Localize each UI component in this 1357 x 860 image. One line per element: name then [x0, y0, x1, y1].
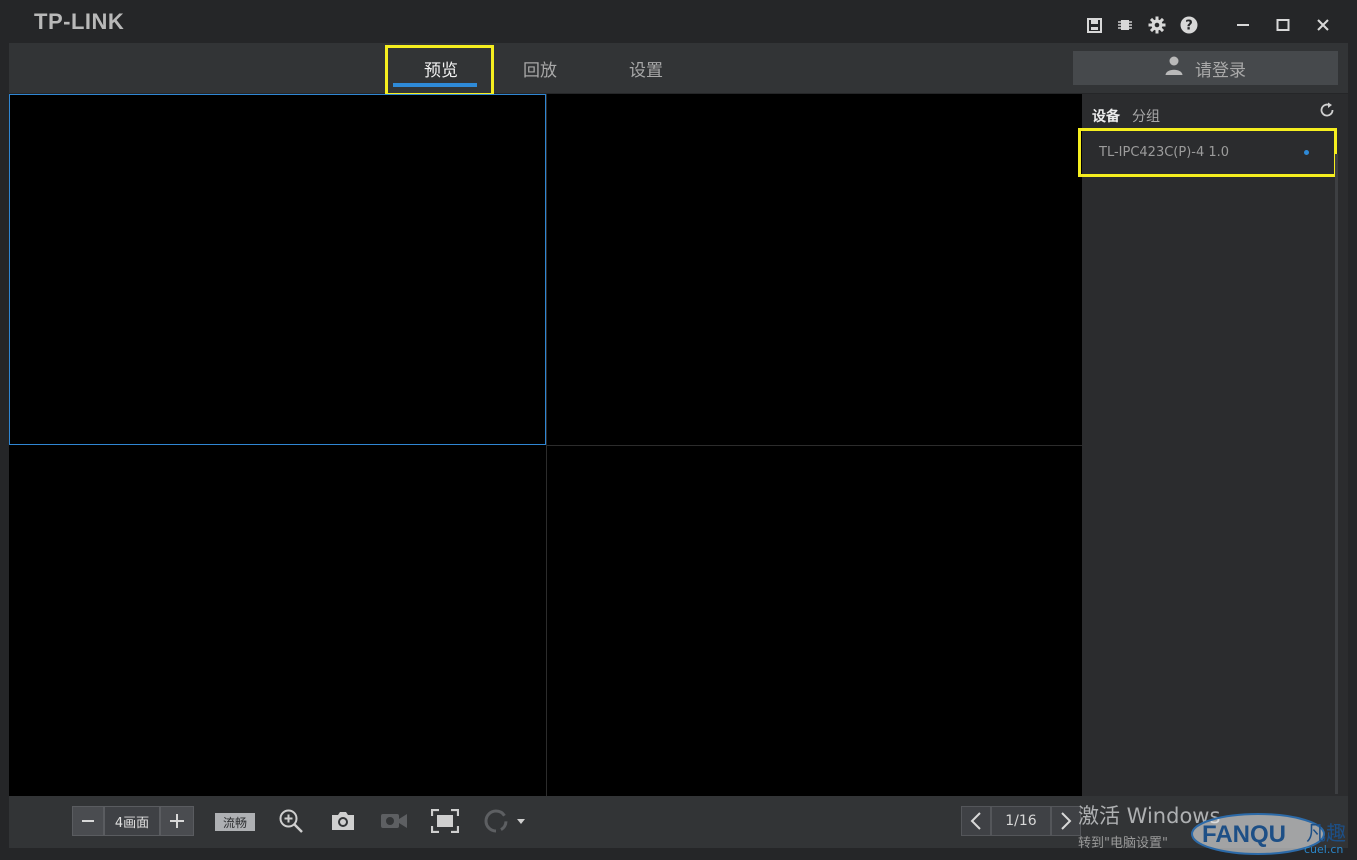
- split-decrease-button[interactable]: [72, 806, 104, 836]
- grid-divider-horizontal: [547, 445, 1082, 446]
- stream-quality-button[interactable]: 流畅: [215, 813, 255, 831]
- split-mode-label[interactable]: 4画面: [104, 806, 160, 836]
- page-indicator: 1/16: [991, 806, 1051, 836]
- video-grid: [9, 94, 1082, 796]
- page-prev-button[interactable]: [961, 806, 991, 836]
- snapshot-camera-icon[interactable]: [329, 806, 357, 836]
- video-cell-4[interactable]: [547, 446, 1082, 796]
- cpu-icon[interactable]: [1114, 14, 1136, 36]
- tab-settings[interactable]: 设置: [595, 43, 697, 93]
- close-icon[interactable]: [1312, 14, 1334, 36]
- panel-tab-device[interactable]: 设备: [1092, 106, 1120, 126]
- device-status-dot: [1304, 150, 1309, 155]
- zoom-in-icon[interactable]: [277, 806, 305, 836]
- fullscreen-icon[interactable]: [430, 806, 460, 836]
- nav-bar: 预览 回放 设置 请登录: [9, 43, 1348, 96]
- save-icon[interactable]: [1083, 14, 1105, 36]
- page-next-button[interactable]: [1051, 806, 1081, 836]
- video-cell-3[interactable]: [9, 446, 546, 796]
- help-icon[interactable]: ?: [1178, 14, 1200, 36]
- panel-scrollbar[interactable]: [1335, 154, 1338, 794]
- record-video-icon[interactable]: [379, 806, 409, 836]
- fanqu-brand: FANQU: [1202, 821, 1286, 848]
- split-increase-button[interactable]: [160, 806, 194, 836]
- user-icon: [1165, 56, 1183, 80]
- tab-playback[interactable]: 回放: [489, 43, 591, 93]
- title-bar: TP-LINK ?: [0, 0, 1357, 42]
- panel-tab-group[interactable]: 分组: [1132, 106, 1160, 126]
- login-button[interactable]: 请登录: [1073, 51, 1338, 85]
- fanqu-watermark-logo: FANQU 凡趣 cuel.cn: [1188, 808, 1357, 856]
- device-panel: 设备 分组 TL-IPC423C(P)-4 1.0: [1078, 94, 1348, 796]
- device-list-item[interactable]: TL-IPC423C(P)-4 1.0: [1084, 134, 1334, 170]
- rotate-icon[interactable]: [481, 806, 527, 836]
- device-name: TL-IPC423C(P)-4 1.0: [1099, 144, 1230, 160]
- app-logo: TP-LINK: [34, 9, 125, 34]
- maximize-icon[interactable]: [1272, 14, 1294, 36]
- minimize-icon[interactable]: [1232, 14, 1254, 36]
- fanqu-brand-cn: 凡趣: [1306, 821, 1346, 845]
- fanqu-site: cuel.cn: [1304, 843, 1343, 856]
- login-label: 请登录: [1195, 60, 1246, 81]
- svg-text:?: ?: [1185, 19, 1193, 34]
- video-cell-2[interactable]: [547, 94, 1082, 445]
- gear-icon[interactable]: [1146, 14, 1168, 36]
- active-tab-indicator: [393, 83, 477, 87]
- refresh-icon[interactable]: [1318, 101, 1338, 121]
- video-cell-1[interactable]: [9, 94, 546, 445]
